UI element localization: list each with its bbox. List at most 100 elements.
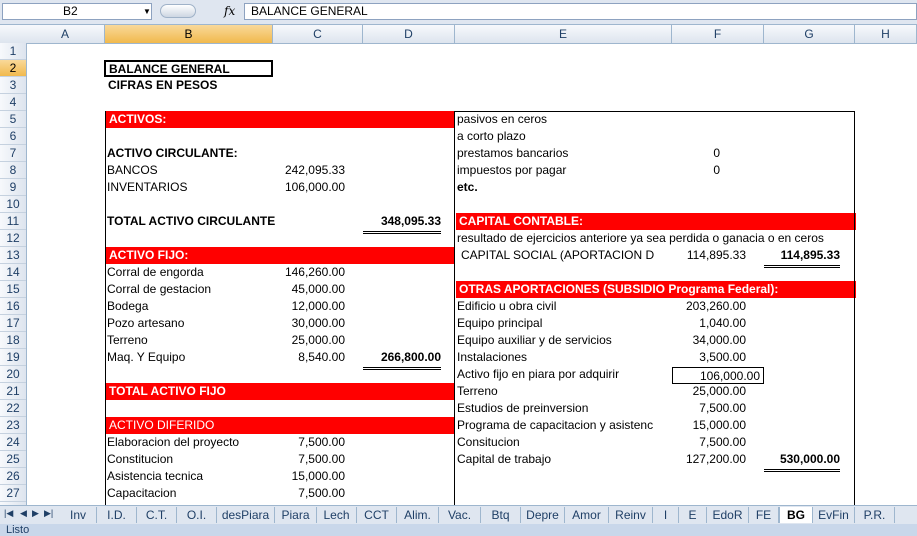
- impuestos-value[interactable]: 0: [672, 162, 720, 179]
- row-header[interactable]: 6: [0, 128, 26, 145]
- row-header[interactable]: 10: [0, 196, 26, 213]
- prev-sheet-icon[interactable]: ◀: [20, 508, 27, 519]
- row-header[interactable]: 12: [0, 230, 26, 247]
- total-circulante-value[interactable]: 348,095.33: [363, 213, 441, 234]
- aportacion-item-label[interactable]: Programa de capacitacion y asistenc: [457, 417, 672, 434]
- row-header[interactable]: 14: [0, 264, 26, 281]
- sheet-tab[interactable]: FE: [749, 507, 779, 523]
- aportacion-item-value[interactable]: 15,000.00: [672, 417, 746, 434]
- capital-social-value[interactable]: 114,895.33: [672, 247, 746, 264]
- prestamos-label[interactable]: prestamos bancarios: [457, 145, 657, 162]
- aportacion-item-value[interactable]: 127,200.00: [672, 451, 746, 468]
- aportacion-item-value[interactable]: 3,500.00: [672, 349, 746, 366]
- column-header-e[interactable]: E: [455, 25, 672, 43]
- fijo-item-value[interactable]: 25,000.00: [273, 332, 345, 349]
- column-header-d[interactable]: D: [363, 25, 455, 43]
- aportacion-item-label[interactable]: Equipo auxiliar y de servicios: [457, 332, 672, 349]
- bancos-value[interactable]: 242,095.33: [273, 162, 345, 179]
- fijo-item-value[interactable]: 12,000.00: [273, 298, 345, 315]
- insert-function-icon[interactable]: fx: [224, 3, 235, 20]
- capital-social-total[interactable]: 114,895.33: [764, 247, 840, 268]
- capital-social-label[interactable]: CAPITAL SOCIAL (APORTACION D: [461, 247, 671, 264]
- aportacion-item-label[interactable]: Capital de trabajo: [457, 451, 672, 468]
- resultado-text[interactable]: resultado de ejercicios anteriore ya sea…: [457, 230, 857, 247]
- sheet-tab[interactable]: Reinv: [609, 507, 653, 523]
- fijo-item-label[interactable]: Terreno: [107, 332, 267, 349]
- row-header[interactable]: 4: [0, 94, 26, 111]
- column-header-a[interactable]: A: [26, 25, 105, 43]
- aportacion-item-label[interactable]: Equipo principal: [457, 315, 672, 332]
- row-header[interactable]: 23: [0, 417, 26, 434]
- column-header-h[interactable]: H: [855, 25, 917, 43]
- column-header-c[interactable]: C: [273, 25, 363, 43]
- row-header[interactable]: 7: [0, 145, 26, 162]
- sheet-tab[interactable]: Vac.: [439, 507, 481, 523]
- column-header-b[interactable]: B: [105, 25, 273, 43]
- fijo-subtotal-value[interactable]: 266,800.00: [363, 349, 441, 370]
- row-header[interactable]: 1: [0, 43, 26, 60]
- activos-header[interactable]: ACTIVOS:: [106, 111, 454, 128]
- first-sheet-icon[interactable]: |◀: [4, 508, 13, 519]
- diferido-item-label[interactable]: Capacitacion: [107, 485, 267, 502]
- diferido-item-label[interactable]: Asistencia tecnica: [107, 468, 267, 485]
- row-header[interactable]: 5: [0, 111, 26, 128]
- fijo-item-label[interactable]: Maq. Y Equipo: [107, 349, 267, 366]
- activo-fijo-header[interactable]: ACTIVO FIJO:: [106, 247, 454, 264]
- diferido-item-value[interactable]: 15,000.00: [273, 468, 345, 485]
- row-header[interactable]: 25: [0, 451, 26, 468]
- sheet-tab[interactable]: Btq: [481, 507, 521, 523]
- activo-circulante-label[interactable]: ACTIVO CIRCULANTE:: [107, 145, 327, 162]
- total-circulante-label[interactable]: TOTAL ACTIVO CIRCULANTE: [107, 213, 337, 230]
- aportacion-item-label[interactable]: Activo fijo en piara por adquirir: [457, 366, 672, 383]
- sheet-tab[interactable]: Lech: [317, 507, 357, 523]
- etc-label[interactable]: etc.: [457, 179, 657, 196]
- sheet-tab[interactable]: BG: [779, 507, 813, 523]
- row-header[interactable]: 19: [0, 349, 26, 366]
- sheet-tab[interactable]: Inv: [60, 507, 97, 523]
- sheet-tab[interactable]: P.R.: [855, 507, 895, 523]
- sheet-tab[interactable]: EdoR: [707, 507, 749, 523]
- sheet-tab[interactable]: I.D.: [97, 507, 137, 523]
- next-sheet-icon[interactable]: ▶: [32, 508, 39, 519]
- diferido-item-label[interactable]: Elaboracion del proyecto: [107, 434, 267, 451]
- sheet-tab[interactable]: CCT: [357, 507, 397, 523]
- row-header[interactable]: 13: [0, 247, 26, 264]
- chevron-down-icon[interactable]: ▼: [143, 3, 151, 20]
- sheet-tab[interactable]: E: [679, 507, 707, 523]
- impuestos-label[interactable]: impuestos por pagar: [457, 162, 657, 179]
- prestamos-value[interactable]: 0: [672, 145, 720, 162]
- activo-diferido-header[interactable]: ACTIVO DIFERIDO: [106, 417, 454, 434]
- row-header[interactable]: 20: [0, 366, 26, 383]
- row-header[interactable]: 15: [0, 281, 26, 298]
- fijo-item-value[interactable]: 30,000.00: [273, 315, 345, 332]
- row-header[interactable]: 21: [0, 383, 26, 400]
- fijo-item-value[interactable]: 8,540.00: [273, 349, 345, 366]
- formula-bar-resize-handle[interactable]: [160, 4, 196, 18]
- corto-plazo-label[interactable]: a corto plazo: [457, 128, 657, 145]
- otras-aportaciones-header[interactable]: OTRAS APORTACIONES (SUBSIDIO Programa Fe…: [456, 281, 856, 298]
- bancos-label[interactable]: BANCOS: [107, 162, 267, 179]
- column-header-f[interactable]: F: [672, 25, 764, 43]
- aportacion-item-value[interactable]: 106,000.00: [672, 367, 764, 384]
- row-header[interactable]: 8: [0, 162, 26, 179]
- aportacion-item-label[interactable]: Edificio u obra civil: [457, 298, 672, 315]
- row-header[interactable]: 11: [0, 213, 26, 230]
- title-cell[interactable]: BALANCE GENERAL: [104, 60, 273, 77]
- aportacion-item-label[interactable]: Terreno: [457, 383, 672, 400]
- diferido-item-value[interactable]: 7,500.00: [273, 451, 345, 468]
- diferido-item-value[interactable]: 7,500.00: [273, 485, 345, 502]
- row-header[interactable]: 3: [0, 77, 26, 94]
- aportacion-item-value[interactable]: 7,500.00: [672, 434, 746, 451]
- aportacion-item-value[interactable]: 203,260.00: [672, 298, 746, 315]
- name-box[interactable]: B2: [2, 3, 152, 20]
- fijo-item-label[interactable]: Corral de engorda: [107, 264, 267, 281]
- aportacion-item-label[interactable]: Estudios de preinversion: [457, 400, 672, 417]
- aportacion-item-value[interactable]: 25,000.00: [672, 383, 746, 400]
- fijo-item-value[interactable]: 146,260.00: [273, 264, 345, 281]
- total-fijo-header[interactable]: TOTAL ACTIVO FIJO: [106, 383, 454, 400]
- row-header[interactable]: 9: [0, 179, 26, 196]
- aportacion-item-value[interactable]: 1,040.00: [672, 315, 746, 332]
- row-header[interactable]: 22: [0, 400, 26, 417]
- capital-contable-header[interactable]: CAPITAL CONTABLE:: [456, 213, 856, 230]
- subtitle-cell[interactable]: CIFRAS EN PESOS: [108, 77, 268, 94]
